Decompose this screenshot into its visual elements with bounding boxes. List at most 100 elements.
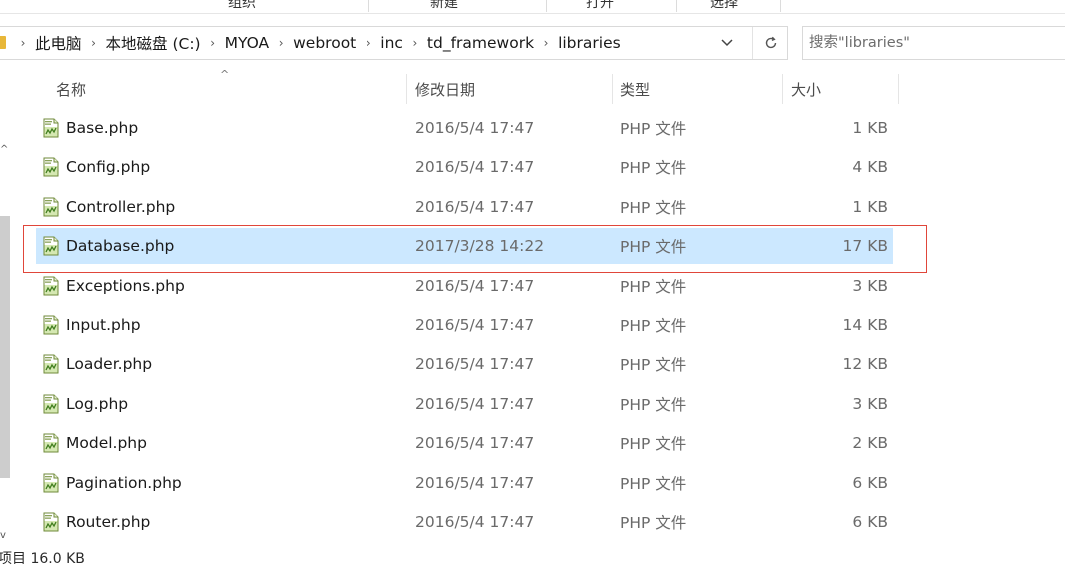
ribbon-separator: [368, 0, 369, 12]
breadcrumb-libraries[interactable]: libraries: [555, 34, 624, 52]
php-file-icon: [41, 118, 61, 138]
navigation-scrollbar-thumb[interactable]: [0, 216, 10, 478]
file-date: 2016/5/4 17:47: [415, 434, 535, 453]
file-size: 14 KB: [842, 316, 888, 334]
ribbon-group-organize[interactable]: 组织: [228, 0, 256, 12]
ribbon-group-open[interactable]: 打开: [586, 0, 614, 12]
column-header-type[interactable]: 类型: [612, 70, 782, 108]
file-name[interactable]: Input.php: [66, 307, 141, 343]
ribbon-group-new[interactable]: 新建: [430, 0, 458, 12]
column-header-name[interactable]: 名称: [48, 70, 406, 108]
chevron-right-icon[interactable]: ›: [272, 36, 290, 50]
search-input[interactable]: [809, 27, 1059, 59]
ribbon-separator: [780, 0, 781, 12]
file-row[interactable]: Pagination.php 2016/5/4 17:47 PHP 文件 6 KB: [36, 465, 893, 501]
file-name[interactable]: Loader.php: [66, 346, 152, 382]
file-date: 2016/5/4 17:47: [415, 394, 535, 413]
php-file-icon: [41, 473, 61, 493]
file-type: PHP 文件: [620, 514, 687, 532]
file-name[interactable]: Config.php: [66, 149, 150, 185]
ribbon-group-select[interactable]: 选择: [710, 0, 738, 12]
chevron-down-icon[interactable]: v: [0, 530, 6, 541]
column-header-size[interactable]: 大小: [783, 70, 898, 108]
file-name[interactable]: Router.php: [66, 504, 150, 540]
chevron-right-icon[interactable]: ›: [204, 36, 222, 50]
file-type: PHP 文件: [620, 474, 687, 493]
refresh-button[interactable]: [752, 27, 788, 59]
annotation-highlight-box: [23, 225, 927, 273]
chevron-right-icon[interactable]: ›: [359, 36, 377, 50]
address-dropdown-button[interactable]: [714, 27, 740, 59]
file-name[interactable]: Model.php: [66, 425, 147, 461]
chevron-right-icon[interactable]: ›: [14, 36, 32, 50]
php-file-icon: [41, 157, 61, 177]
file-name[interactable]: Controller.php: [66, 189, 175, 225]
breadcrumb-inc[interactable]: inc: [377, 34, 406, 52]
file-row[interactable]: Log.php 2016/5/4 17:47 PHP 文件 3 KB: [36, 386, 893, 422]
ribbon-divider: [0, 13, 1065, 14]
address-row: › 此电脑 › 本地磁盘 (C:) › MYOA › webroot › inc…: [0, 18, 1065, 66]
chevron-right-icon[interactable]: ›: [537, 36, 555, 50]
breadcrumb-myoa[interactable]: MYOA: [222, 34, 273, 52]
file-size: 1 KB: [852, 119, 888, 137]
file-date: 2016/5/4 17:47: [415, 197, 535, 216]
chevron-up-icon[interactable]: ^: [0, 144, 8, 155]
ribbon: 组织 新建 打开 选择: [0, 0, 1065, 13]
navigation-pane-edge: ^: [0, 66, 12, 546]
chevron-right-icon[interactable]: ›: [406, 36, 424, 50]
file-size: 12 KB: [842, 355, 888, 374]
column-header-date[interactable]: 修改日期: [407, 70, 612, 108]
ribbon-separator: [676, 0, 677, 12]
chevron-right-icon[interactable]: ›: [85, 36, 103, 50]
breadcrumb: › 此电脑 › 本地磁盘 (C:) › MYOA › webroot › inc…: [14, 27, 624, 59]
file-name[interactable]: Log.php: [66, 386, 128, 422]
file-name[interactable]: Base.php: [66, 110, 138, 146]
file-row[interactable]: Input.php 2016/5/4 17:47 PHP 文件 14 KB: [36, 307, 893, 343]
file-name[interactable]: Pagination.php: [66, 465, 182, 501]
chevron-down-icon: [721, 39, 733, 47]
file-type: PHP 文件: [620, 120, 687, 138]
breadcrumb-td-framework[interactable]: td_framework: [424, 34, 537, 52]
file-size: 2 KB: [852, 434, 888, 453]
php-file-icon: [41, 354, 61, 374]
file-date: 2016/5/4 17:47: [415, 158, 535, 177]
file-type: PHP 文件: [620, 435, 687, 454]
file-type: PHP 文件: [620, 356, 687, 375]
column-headers: ^ 名称 修改日期 类型 大小: [20, 68, 900, 108]
php-file-icon: [41, 394, 61, 414]
status-bar: 项目 16.0 KB: [0, 546, 1065, 569]
file-row[interactable]: Controller.php 2016/5/4 17:47 PHP 文件 1 KB: [36, 189, 893, 225]
file-row[interactable]: Base.php 2016/5/4 17:47 PHP 文件 1 KB: [36, 110, 893, 146]
file-type: PHP 文件: [620, 395, 687, 414]
file-size: 1 KB: [852, 197, 888, 216]
file-type: PHP 文件: [620, 317, 687, 335]
file-size: 6 KB: [852, 473, 888, 492]
status-text: 项目 16.0 KB: [0, 550, 85, 567]
file-type: PHP 文件: [620, 159, 687, 178]
breadcrumb-local-disk[interactable]: 本地磁盘 (C:): [103, 32, 204, 54]
file-date: 2016/5/4 17:47: [415, 355, 535, 374]
column-divider[interactable]: [898, 74, 899, 104]
file-size: 4 KB: [852, 158, 888, 177]
folder-icon: [0, 36, 6, 49]
php-file-icon: [41, 197, 61, 217]
file-date: 2016/5/4 17:47: [415, 119, 535, 137]
php-file-icon: [41, 315, 61, 335]
php-file-icon: [41, 512, 61, 532]
file-date: 2016/5/4 17:47: [415, 513, 535, 531]
file-row[interactable]: Router.php 2016/5/4 17:47 PHP 文件 6 KB: [36, 504, 893, 540]
breadcrumb-this-pc[interactable]: 此电脑: [32, 32, 85, 54]
file-row[interactable]: Config.php 2016/5/4 17:47 PHP 文件 4 KB: [36, 149, 893, 185]
refresh-icon: [765, 36, 776, 49]
ribbon-separator: [546, 0, 547, 12]
php-file-icon: [41, 276, 61, 296]
file-size: 6 KB: [852, 513, 888, 531]
file-row[interactable]: Loader.php 2016/5/4 17:47 PHP 文件 12 KB: [36, 346, 893, 382]
breadcrumb-webroot[interactable]: webroot: [290, 34, 359, 52]
file-date: 2016/5/4 17:47: [415, 473, 535, 492]
search-box[interactable]: [802, 26, 1065, 60]
file-row[interactable]: Model.php 2016/5/4 17:47 PHP 文件 2 KB: [36, 425, 893, 461]
php-file-icon: [41, 433, 61, 453]
address-bar[interactable]: › 此电脑 › 本地磁盘 (C:) › MYOA › webroot › inc…: [0, 26, 788, 60]
file-type: PHP 文件: [620, 198, 687, 217]
